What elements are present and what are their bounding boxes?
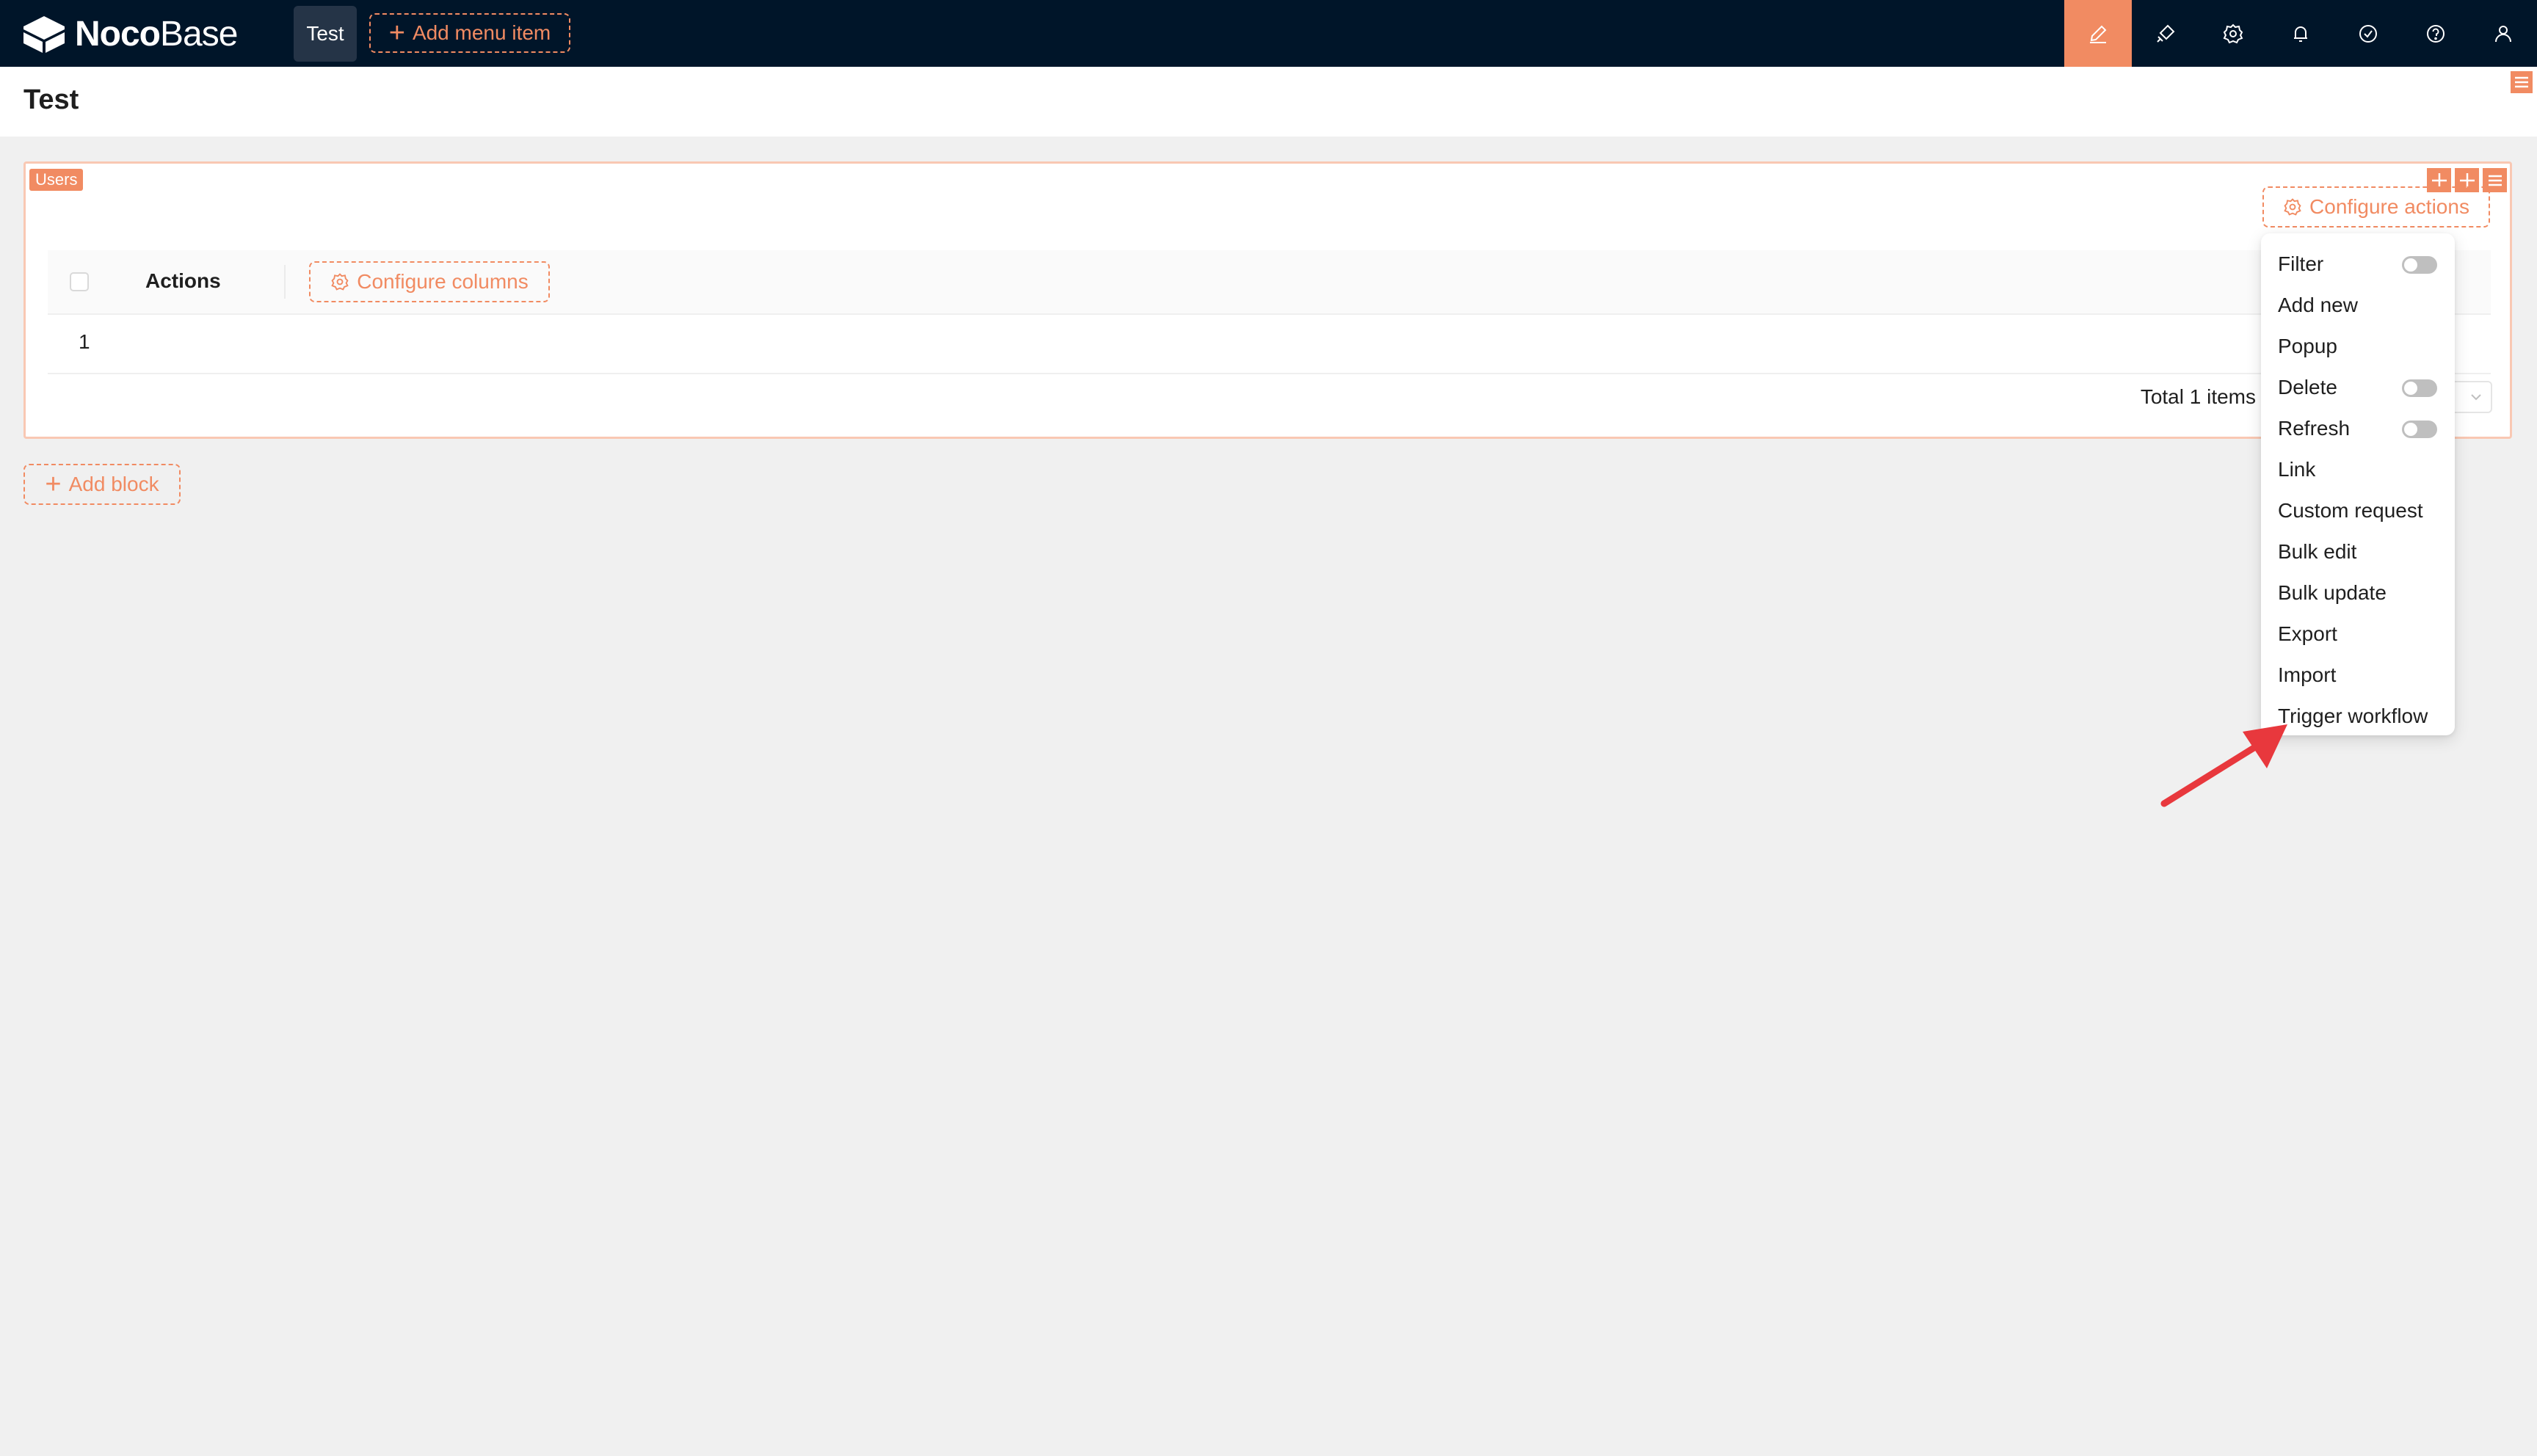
delete-toggle-switch[interactable]: [2402, 379, 2437, 397]
plus-icon: +: [388, 18, 405, 48]
menu-item-label: Custom request: [2278, 499, 2423, 522]
page-header: Test: [0, 67, 2537, 136]
tasks-button[interactable]: [2334, 0, 2402, 67]
ui-editor-icon: [2090, 25, 2107, 43]
menu-item-bulk-update[interactable]: Bulk update: [2261, 572, 2455, 614]
menu-item-label: Import: [2278, 663, 2337, 686]
plugin-icon: [2157, 24, 2175, 43]
gear-icon: [2284, 198, 2301, 216]
configure-columns-label: Configure columns: [357, 270, 529, 293]
refresh-toggle-switch[interactable]: [2402, 421, 2437, 438]
menu-item-label: Link: [2278, 458, 2316, 481]
app-logo[interactable]: NocoBase: [21, 13, 238, 54]
select-all-checkbox[interactable]: [70, 272, 89, 291]
configure-columns-button[interactable]: Configure columns: [309, 261, 550, 302]
configure-actions-button[interactable]: Configure actions: [2262, 186, 2490, 228]
menu-item-test[interactable]: Test: [294, 6, 357, 62]
gear-icon: [331, 273, 349, 291]
user-menu-button[interactable]: [2469, 0, 2537, 67]
configure-actions-label: Configure actions: [2309, 195, 2469, 218]
help-button[interactable]: [2402, 0, 2469, 67]
settings-button[interactable]: [2199, 0, 2267, 67]
page-settings-menu-icon[interactable]: [2511, 71, 2533, 93]
filter-toggle-switch[interactable]: [2402, 256, 2437, 274]
menu-item-label: Test: [306, 22, 344, 45]
table-block: Users Configure actions Actions Configur…: [23, 161, 2512, 439]
menu-item-label: Popup: [2278, 335, 2337, 357]
total-items-text: Total 1 items: [2140, 385, 2256, 408]
plugin-manager-button[interactable]: [2132, 0, 2199, 67]
menu-item-bulk-edit[interactable]: Bulk edit: [2261, 531, 2455, 572]
table-header: Actions Configure columns: [48, 250, 2491, 315]
add-block-label: Add block: [68, 473, 159, 495]
menu-item-label: Add new: [2278, 294, 2358, 316]
menu-item-filter[interactable]: Filter: [2261, 244, 2455, 285]
tasks-check-icon: [2359, 24, 2377, 43]
add-block-button[interactable]: + Add block: [23, 464, 181, 505]
menu-item-label: Filter: [2278, 252, 2324, 275]
notification-bell-icon: [2294, 26, 2307, 42]
menu-item-export[interactable]: Export: [2261, 614, 2455, 655]
menu-item-label: Delete: [2278, 376, 2337, 398]
menu-item-label: Bulk update: [2278, 581, 2387, 604]
add-menu-item-label: Add menu item: [412, 21, 551, 44]
annotation-arrow-icon: [2160, 724, 2287, 807]
menu-item-delete[interactable]: Delete: [2261, 367, 2455, 408]
plus-icon: +: [45, 469, 62, 500]
menu-item-custom-request[interactable]: Custom request: [2261, 490, 2455, 531]
row-index: 1: [79, 330, 90, 353]
menu-item-label: Bulk edit: [2278, 540, 2357, 563]
help-icon: [2427, 24, 2445, 43]
settings-icon: [2223, 23, 2243, 43]
column-divider[interactable]: [284, 265, 286, 299]
ui-editor-button[interactable]: [2064, 0, 2132, 67]
app-name: NocoBase: [75, 14, 238, 54]
menu-item-popup[interactable]: Popup: [2261, 326, 2455, 367]
user-icon: [2495, 25, 2511, 42]
column-header-actions: Actions: [145, 269, 221, 292]
add-menu-item-button[interactable]: + Add menu item: [369, 13, 570, 53]
chevron-down-icon: [2471, 394, 2481, 401]
collection-tag: Users: [29, 169, 84, 191]
menu-item-import[interactable]: Import: [2261, 655, 2455, 696]
menu-item-label: Export: [2278, 622, 2337, 645]
top-navigation-bar: NocoBase Test + Add menu item: [0, 0, 2537, 67]
notifications-button[interactable]: [2267, 0, 2334, 67]
page-size-select[interactable]: [2448, 381, 2492, 413]
nocobase-logo-icon: [23, 16, 65, 53]
menu-item-label: Refresh: [2278, 417, 2351, 440]
nav-icon-group: [2064, 0, 2537, 67]
page-title: Test: [23, 84, 79, 115]
menu-item-link[interactable]: Link: [2261, 449, 2455, 490]
configure-actions-menu: Filter Add new Popup Delete Refresh Link…: [2261, 233, 2455, 735]
menu-icon: [2488, 175, 2502, 186]
table-row[interactable]: 1: [48, 314, 2491, 374]
menu-item-label: Trigger workflow: [2278, 705, 2428, 727]
menu-item-add-new[interactable]: Add new: [2261, 285, 2455, 326]
menu-item-refresh[interactable]: Refresh: [2261, 408, 2455, 449]
